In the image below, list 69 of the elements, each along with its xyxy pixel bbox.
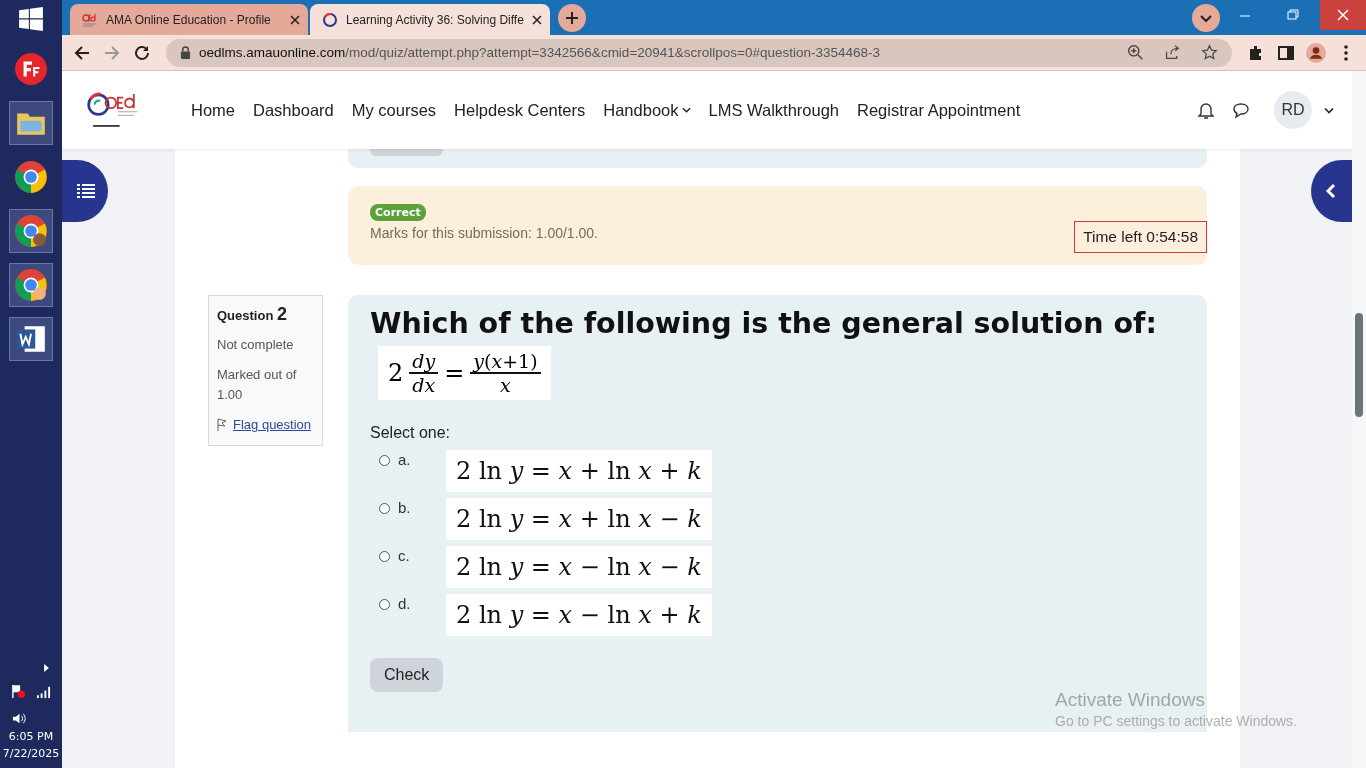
signal-icon[interactable] — [36, 684, 51, 699]
lock-icon[interactable] — [180, 46, 191, 59]
star-icon[interactable] — [1201, 44, 1218, 61]
tab-search-icon[interactable] — [1192, 3, 1220, 32]
question-number: Question 2 — [217, 304, 288, 325]
tab-title: AMA Online Education - Profile — [106, 12, 272, 27]
notification-bell-icon[interactable] — [1196, 100, 1216, 120]
nav-link[interactable]: LMS Walkthrough — [708, 100, 840, 120]
dropdown-caret-icon — [681, 107, 691, 113]
nav-link[interactable]: Dashboard — [253, 100, 334, 120]
activation-notice-text: Go to PC settings to activate Windows. — [1055, 713, 1297, 729]
marked-out-of: Marked out of 1.00 — [217, 366, 298, 404]
zoom-icon[interactable] — [1127, 44, 1144, 61]
radio-button[interactable] — [379, 503, 390, 514]
user-menu-caret-icon[interactable] — [1324, 106, 1334, 114]
profile-icon[interactable] — [1306, 42, 1326, 63]
tab-title: Learning Activity 36: Solving Diffe — [346, 12, 524, 27]
nav-link[interactable]: Handbook — [603, 100, 691, 120]
scrollbar-thumb[interactable] — [1355, 313, 1363, 417]
option-letter: d. — [398, 595, 412, 612]
nav-link[interactable]: Home — [191, 100, 235, 120]
browser-tab[interactable]: AMA Online Education - Profile — [70, 4, 308, 35]
ring-logo-icon — [322, 11, 338, 28]
expand-tray-icon[interactable] — [43, 664, 49, 672]
correct-badge: Correct — [370, 204, 426, 221]
chrome-icon[interactable] — [10, 264, 52, 306]
radio-button[interactable] — [379, 455, 390, 466]
user-avatar[interactable]: RD — [1274, 91, 1312, 129]
option-formula[interactable]: 2 ln y = x + ln x − k — [446, 498, 712, 540]
url-text: oedlms.amauonline.com/mod/quiz/attempt.php?attempt=3342566&cmid=20941&scrollpos=0#question-3354468-3 — [199, 45, 881, 60]
new-tab-icon[interactable] — [557, 3, 586, 32]
message-bubble-icon[interactable] — [1231, 100, 1251, 120]
clock-date[interactable]: 7/22/2025 — [2, 747, 60, 760]
option-letter: c. — [398, 547, 411, 564]
browser-tab[interactable]: Learning Activity 36: Solving Diffe — [310, 4, 550, 35]
activation-notice-title: Activate Windows — [1055, 689, 1206, 711]
windows-start-icon[interactable] — [18, 6, 44, 32]
action-center-flag-icon[interactable] — [11, 684, 26, 699]
flag-icon[interactable] — [217, 418, 227, 432]
question-prompt: Which of the following is the general solution of: — [370, 307, 1157, 340]
check-button[interactable]: Check — [370, 658, 444, 692]
question-state: Not complete — [217, 336, 295, 354]
logo-icon — [82, 11, 98, 28]
timer: Time left 0:54:58 — [1074, 221, 1207, 253]
option-formula[interactable]: 2 ln y = x + ln x + k — [446, 450, 712, 492]
option-letter: a. — [398, 451, 412, 468]
share-icon[interactable] — [1164, 44, 1181, 61]
volume-icon[interactable] — [11, 711, 27, 726]
nav-link[interactable]: Helpdesk Centers — [454, 100, 586, 120]
clock-time[interactable]: 6:05 PM — [8, 730, 54, 743]
option-letter: b. — [398, 499, 412, 516]
list-icon — [77, 184, 95, 198]
close-window-icon[interactable] — [1320, 0, 1366, 30]
chrome-icon[interactable] — [10, 210, 52, 252]
option-formula[interactable]: 2 ln y = x − ln x − k — [446, 546, 712, 588]
folder-icon[interactable] — [10, 102, 52, 144]
marks-text: Marks for this submission: 1.00/1.00. — [370, 225, 598, 241]
close-tab-icon[interactable] — [531, 14, 542, 25]
chevron-left-icon — [1325, 183, 1336, 199]
nav-link[interactable]: Registrar Appointment — [857, 100, 1021, 120]
word-icon[interactable] — [10, 318, 52, 360]
address-bar[interactable]: oedlms.amauonline.com/mod/quiz/attempt.php?attempt=3342566&cmid=20941&scrollpos=0#question-3354468-3 — [166, 38, 1232, 67]
radio-button[interactable] — [379, 551, 390, 562]
radio-button[interactable] — [379, 599, 390, 610]
nav-link[interactable]: My courses — [351, 100, 437, 120]
option-formula[interactable]: 2 ln y = x − ln x + k — [446, 594, 712, 636]
close-tab-icon[interactable] — [290, 14, 300, 25]
flag-question-link[interactable]: Flag question — [233, 415, 312, 435]
select-one-label: Select one: — [370, 424, 451, 442]
